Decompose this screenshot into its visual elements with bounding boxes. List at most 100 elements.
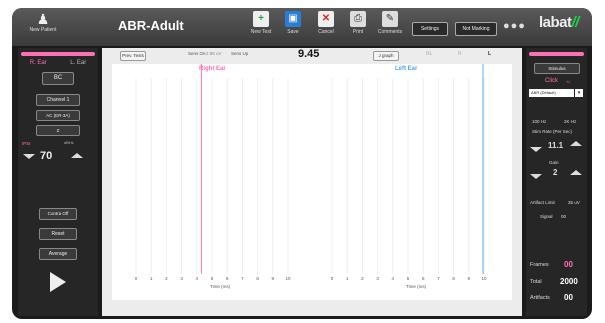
polarity-toggle[interactable]: +/- [566, 79, 571, 84]
play-icon[interactable] [50, 272, 66, 292]
x-tick-label: 0 [331, 276, 334, 281]
signal-label: Signal [540, 214, 553, 219]
channel-button[interactable]: Channel 1 [36, 94, 80, 106]
save-label: Save [287, 29, 299, 35]
time-readout: 9.45 [298, 48, 320, 60]
labat-logo: labat// [539, 14, 579, 31]
new-patient-label: New Patient [29, 27, 57, 33]
ear-indicator-bar [21, 52, 95, 56]
artifact-limit-label: Artifact Limit [530, 200, 555, 205]
right-ear-tab[interactable]: R. Ear [30, 60, 47, 66]
filter-low: 100 Hz [532, 119, 547, 124]
level-up-icon[interactable] [71, 153, 83, 158]
reset-button[interactable]: Reset [39, 228, 77, 240]
level-control: IPSI dBHL 70 [18, 140, 98, 168]
x-tick-label: 6 [422, 276, 425, 281]
comments-label: Comments [377, 29, 403, 35]
app-title: ABR-Adult [118, 18, 184, 33]
person-icon: ♟ [36, 11, 50, 27]
stim-rate-value: 11.1 [548, 141, 564, 150]
sens-up-button[interactable]: Sens Up [231, 51, 248, 56]
r-view-toggle[interactable]: R [458, 51, 462, 57]
new-test-button[interactable]: + New Test [246, 11, 276, 35]
x-tick-label: 8 [256, 276, 259, 281]
stimulus-type: Click [545, 78, 558, 84]
x-tick-label: 5 [407, 276, 410, 281]
top-toolbar: ♟ New Patient ABR-Adult + New Test ▣ Sav… [12, 8, 592, 46]
new-test-label: New Test [250, 29, 272, 35]
x-tick-label: 2 [165, 276, 168, 281]
z-button[interactable]: Z [36, 125, 80, 136]
x-tick-label: 6 [226, 276, 229, 281]
x-tick-label: 4 [392, 276, 395, 281]
x-tick-label: 8 [452, 276, 455, 281]
settings-button[interactable]: Settings [412, 22, 448, 36]
stim-rate-label: Stim Rate (Per Sec) [532, 129, 573, 134]
comments-button[interactable]: ✎ Comments [375, 11, 405, 35]
stimulus-button[interactable]: Stimulus [534, 63, 580, 74]
print-button[interactable]: ⎙ Print [343, 11, 373, 35]
left-ear-tab[interactable]: L. Ear [70, 60, 86, 66]
app-window: ♟ New Patient ABR-Adult + New Test ▣ Sav… [12, 8, 592, 319]
cancel-button[interactable]: ✕ Cancel [311, 11, 341, 35]
average-button[interactable]: Average [39, 248, 77, 260]
prev-tests-button[interactable]: Prev. Tests [120, 51, 146, 61]
transducer-button[interactable]: AC (ER-3A) [36, 110, 80, 121]
x-tick-label: 10 [481, 276, 487, 281]
signal-value: 00 [561, 214, 567, 219]
artifacts-value: 00 [564, 293, 573, 302]
gain-up-icon[interactable] [570, 170, 582, 175]
not-marking-button[interactable]: Not Marking [455, 22, 497, 36]
contra-off-button[interactable]: Contra Off [39, 208, 77, 220]
left-ear-title: Left Ear [395, 66, 418, 72]
logo-mark: // [571, 14, 580, 31]
filter-high: 2K Hz [564, 119, 577, 124]
stimulus-indicator-bar [529, 52, 584, 56]
gain-label: Gain [549, 160, 559, 165]
l-view-toggle[interactable]: L [488, 51, 491, 57]
x-tick-label: 3 [180, 276, 183, 281]
x-tick-label: 7 [241, 276, 244, 281]
protocol-select[interactable]: ABR (Default) [529, 89, 574, 97]
x-tick-label: 9 [272, 276, 275, 281]
print-icon: ⎙ [350, 11, 366, 27]
right-control-panel: Stimulus Click +/- ABR (Default) ▾ 100 H… [526, 48, 587, 316]
logo-text: labat [539, 14, 572, 31]
cancel-label: Cancel [318, 29, 334, 35]
more-options-icon[interactable]: ●●● [503, 20, 526, 32]
graph-button[interactable]: J graph [373, 51, 399, 61]
chevron-down-icon[interactable]: ▾ [575, 89, 583, 97]
left-ear-xlabel: Time (ms) [406, 284, 427, 289]
graph-toolbar: Prev. Tests Sens On 2.88 uV Sens Up 9.45… [102, 48, 522, 62]
gain-down-icon[interactable] [530, 174, 542, 179]
sens-value: 2.88 uV [206, 51, 222, 56]
comments-icon: ✎ [382, 11, 398, 27]
new-test-icon: + [253, 11, 269, 27]
x-tick-label: 9 [468, 276, 471, 281]
total-value: 2000 [560, 277, 578, 286]
level-down-icon[interactable] [23, 154, 35, 159]
ear-selector: R. Ear L. Ear [18, 60, 98, 66]
save-button[interactable]: ▣ Save [278, 11, 308, 35]
waveform-plot[interactable]: 0 1 2 3 4 5 6 7 8 9 10 0 1 2 3 4 5 6 7 8 9 10 Right Ear Left … [112, 64, 512, 300]
waveform-area: Prev. Tests Sens On 2.88 uV Sens Up 9.45… [102, 48, 522, 316]
save-icon: ▣ [285, 11, 301, 27]
sens-on-label: Sens On [188, 51, 206, 56]
new-patient-button[interactable]: ♟ New Patient [20, 11, 66, 33]
unit-label: dBHL [64, 140, 75, 145]
x-tick-label: 2 [361, 276, 364, 281]
rl-view-toggle[interactable]: RL [426, 51, 432, 57]
x-tick-label: 1 [346, 276, 349, 281]
gain-value: 2 [553, 168, 558, 177]
frames-value: 00 [564, 260, 573, 269]
level-value: 70 [40, 150, 53, 162]
bc-button[interactable]: BC [42, 72, 74, 85]
right-ear-title: Right Ear [199, 66, 226, 72]
print-label: Print [352, 29, 364, 35]
x-tick-label: 7 [437, 276, 440, 281]
x-tick-label: 10 [285, 276, 291, 281]
stim-rate-up-icon[interactable] [570, 141, 582, 146]
stim-rate-down-icon[interactable] [530, 147, 542, 152]
x-tick-label: 5 [211, 276, 214, 281]
frames-label: Frames [530, 262, 549, 268]
